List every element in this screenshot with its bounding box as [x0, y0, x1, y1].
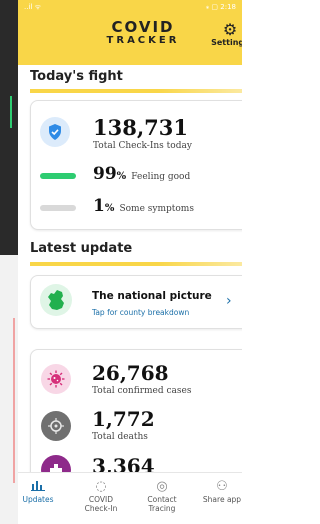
tab-tracing-label-line2: Tracing [148, 504, 176, 513]
symptoms-bar-track [40, 205, 76, 211]
tab-checkin-label-line1: COVID [88, 495, 114, 504]
bar-chart-icon [18, 479, 64, 495]
symptoms-percent-sign: % [104, 203, 115, 214]
national-picture-title: The national picture [92, 290, 212, 302]
tab-updates[interactable]: Updates [18, 479, 64, 504]
shield-icon-badge [40, 117, 70, 147]
app-logo: COVID TRACKER [98, 20, 188, 47]
todays-fight-title: Today's fight [30, 69, 123, 84]
symptoms-label: Some symptoms [119, 204, 194, 214]
feeling-good-stat: 99% Feeling good [93, 164, 190, 184]
shield-icon [49, 124, 61, 140]
share-people-icon: ⚇ [216, 479, 228, 494]
symptoms-stat: 1% Some symptoms [93, 196, 194, 216]
total-checkins-label: Total Check-Ins today [93, 141, 192, 151]
todays-fight-underline [30, 89, 242, 93]
status-bar-right: ⁎ ▢ 2:18 [205, 3, 236, 11]
tab-contact-tracing[interactable]: ◎ Contact Tracing [136, 479, 188, 513]
latest-update-underline [30, 262, 242, 266]
gear-icon: ⚙ [222, 20, 238, 39]
background-dark-panel [0, 0, 18, 255]
settings-label: Settings [211, 38, 242, 47]
status-bar-left: ..il ᯤ [24, 3, 41, 11]
feeling-good-percent: 99 [93, 164, 117, 184]
logo-line-tracker: TRACKER [106, 35, 180, 46]
covid-tracker-app: ..il ᯤ ⁎ ▢ 2:18 COVID TRACKER ⚙ Settings… [18, 0, 242, 524]
ireland-map-icon-badge [40, 284, 72, 316]
bottom-tab-bar: Updates ◌ COVID Check-In ◎ Contact Traci… [18, 472, 242, 524]
tab-covid-checkin[interactable]: ◌ COVID Check-In [75, 479, 127, 513]
feeling-good-label: Feeling good [131, 172, 191, 182]
confirmed-cases-label: Total confirmed cases [92, 386, 192, 396]
total-checkins-value: 138,731 [93, 115, 188, 140]
county-breakdown-link[interactable]: Tap for county breakdown [92, 308, 189, 317]
deaths-icon-badge [41, 411, 71, 441]
ireland-map-icon [48, 290, 64, 310]
background-screen-edge [0, 0, 18, 524]
background-green-accent [10, 96, 12, 128]
virus-icon [47, 370, 65, 388]
total-deaths-value: 1,772 [92, 407, 155, 431]
virus-icon-badge [41, 364, 71, 394]
confirmed-cases-value: 26,768 [92, 361, 169, 385]
tab-checkin-label-line2: Check-In [84, 504, 118, 513]
tab-updates-label: Updates [22, 495, 54, 504]
feeling-good-percent-sign: % [116, 171, 127, 182]
tab-share-label: Share app [202, 495, 242, 504]
contact-tracing-icon: ◎ [156, 479, 168, 494]
feeling-good-bar [40, 173, 76, 179]
chevron-right-icon: › [226, 293, 232, 309]
checkin-icon: ◌ [95, 479, 107, 494]
latest-update-title: Latest update [30, 241, 133, 256]
app-header: ..il ᯤ ⁎ ▢ 2:18 COVID TRACKER ⚙ Settings [18, 0, 242, 65]
settings-button[interactable]: ⚙ Settings [210, 20, 242, 48]
logo-line-covid: COVID [111, 18, 175, 36]
total-deaths-label: Total deaths [92, 432, 148, 442]
background-red-accent [13, 318, 15, 483]
symptoms-percent: 1 [93, 196, 105, 216]
tab-tracing-label-line1: Contact [147, 495, 177, 504]
tab-share-app[interactable]: ⚇ Share app [196, 479, 242, 504]
virus-gray-icon [48, 418, 64, 434]
